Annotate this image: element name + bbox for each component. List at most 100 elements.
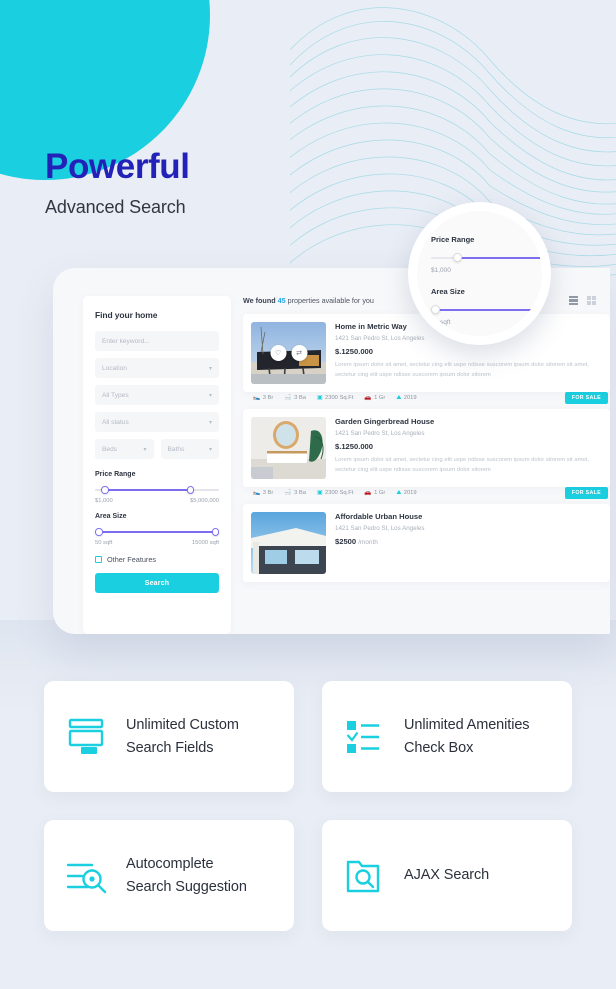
magnified-area-label: Area Size <box>431 287 465 296</box>
checkbox-list-icon <box>344 715 388 759</box>
property-card-body: Affordable Urban House 1421 San Pedro St… <box>335 512 602 574</box>
property-card[interactable]: Affordable Urban House 1421 San Pedro St… <box>243 504 610 582</box>
area-min-value: 50 sqft <box>95 540 113 546</box>
beds-select[interactable]: Beds ▾ <box>95 439 154 459</box>
property-card[interactable]: ♡ ⇄ Home in Metric Way 1421 San Pedro St… <box>243 314 610 392</box>
property-price: $.1250.000 <box>335 347 374 356</box>
feature-row: Unlimited Custom Search Fields Unlimited… <box>44 681 572 792</box>
magnified-price-label: Price Range <box>431 235 475 244</box>
meta-baths-text: 3 Ba <box>294 490 307 496</box>
page-subtitle: Advanced Search <box>45 196 186 217</box>
magnified-area-slider[interactable] <box>431 305 542 314</box>
types-select-value: All Types <box>102 391 129 399</box>
property-thumbnail[interactable] <box>251 417 326 479</box>
magnified-price-knob[interactable] <box>452 253 462 262</box>
property-card-body: Garden Gingerbread House 1421 San Pedro … <box>335 417 602 479</box>
heart-icon[interactable]: ♡ <box>270 345 286 361</box>
meta-area: ▣ 2300 Sq.Ft <box>317 490 353 496</box>
price-slider-knob-max[interactable] <box>186 486 195 494</box>
area-icon: ▣ <box>317 490 323 496</box>
property-price: $2500 /month <box>335 537 602 546</box>
area-slider-knob-max[interactable] <box>211 528 220 536</box>
meta-year: ⛰ 2019 <box>396 490 416 497</box>
magnified-area-fill <box>438 308 542 311</box>
property-thumbnail[interactable] <box>251 512 326 574</box>
compare-icon[interactable]: ⇄ <box>291 345 307 361</box>
price-slider-fill <box>104 489 192 491</box>
area-slider-knob-min[interactable] <box>95 528 103 536</box>
meta-garage: 🚗 1 Gr <box>364 395 385 401</box>
house-photo-2 <box>251 417 326 479</box>
search-button[interactable]: Search <box>95 573 219 593</box>
feature-line-1: Unlimited Custom <box>126 717 239 734</box>
price-range-label: Price Range <box>95 471 136 478</box>
other-features-label: Other Features <box>107 555 157 564</box>
property-thumbnail[interactable]: ♡ ⇄ <box>251 322 326 384</box>
property-address: 1421 San Pedro St, Los Angeles <box>335 525 425 532</box>
meta-year-text: 2019 <box>403 395 417 401</box>
magnified-area-knob[interactable] <box>431 305 440 314</box>
year-icon: ⛰ <box>396 489 402 496</box>
magnified-price-slider[interactable] <box>431 253 542 262</box>
price-range-values: $1,000 $5,000,000 <box>95 498 219 504</box>
property-description: Lorem ipsum dolor sit amet, sectetur cin… <box>335 362 590 378</box>
property-description: Lorem ipsum dolor sit amet, sectetur cin… <box>335 457 590 473</box>
price-range-slider[interactable] <box>95 486 219 494</box>
feature-card-amenities-checkbox[interactable]: Unlimited Amenities Check Box <box>322 681 572 792</box>
chevron-down-icon: ▾ <box>208 446 212 453</box>
chevron-down-icon: ▾ <box>208 392 212 399</box>
property-card[interactable]: Garden Gingerbread House 1421 San Pedro … <box>243 409 610 487</box>
feature-card-ajax-search[interactable]: AJAX Search <box>322 820 572 931</box>
magnifier-content: Price Range $1,000 Area Size 50 sqft Oth… <box>431 235 542 336</box>
price-min-value: $1,000 <box>95 498 113 504</box>
price-max-value: $5,000,000 <box>189 498 219 504</box>
search-filter-panel: Find your home Enter keyword... Location… <box>83 296 231 634</box>
area-icon: ▣ <box>317 395 323 401</box>
meta-beds: 🛌 3 Br <box>253 395 273 401</box>
meta-garage: 🚗 1 Gr <box>364 490 385 496</box>
property-price-period: /month <box>358 539 378 546</box>
meta-year: ⛰ 2019 <box>396 395 416 402</box>
list-view-icon[interactable] <box>569 296 578 305</box>
area-slider-fill <box>98 531 216 533</box>
beds-select-value: Beds <box>102 445 118 453</box>
property-title: Garden Gingerbread House <box>335 417 435 426</box>
status-select[interactable]: All status ▾ <box>95 412 219 432</box>
property-title: Affordable Urban House <box>335 512 423 521</box>
bath-icon: 🛁 <box>284 395 292 401</box>
thumbnail-actions: ♡ ⇄ <box>270 345 307 361</box>
meta-garage-text: 1 Gr <box>374 490 386 496</box>
page-root: Powerful Advanced Search Find your home … <box>0 0 616 989</box>
feature-line-2: Search Suggestion <box>126 878 247 895</box>
results-count-text: We found 45 properties available for you <box>243 296 374 305</box>
bed-icon: 🛌 <box>253 490 261 496</box>
types-select[interactable]: All Types ▾ <box>95 385 219 405</box>
bath-icon: 🛁 <box>284 490 292 496</box>
other-features-toggle[interactable]: Other Features <box>95 555 219 564</box>
price-slider-knob-min[interactable] <box>101 486 109 494</box>
feature-card-label: Autocomplete Search Suggestion <box>126 853 247 898</box>
autocomplete-icon <box>66 854 110 898</box>
magnified-price-value: $1,000 <box>431 267 451 274</box>
feature-card-label: Unlimited Custom Search Fields <box>126 714 239 759</box>
meta-beds-text: 3 Br <box>262 395 274 401</box>
house-photo-3 <box>251 512 326 574</box>
baths-select[interactable]: Baths ▾ <box>160 439 219 459</box>
baths-select-value: Baths <box>167 445 185 453</box>
feature-line-2: Check Box <box>404 739 474 756</box>
feature-card-custom-fields[interactable]: Unlimited Custom Search Fields <box>44 681 294 792</box>
area-size-slider[interactable] <box>95 528 220 536</box>
results-count: 45 <box>277 296 286 305</box>
feature-card-label: AJAX Search <box>404 864 489 886</box>
keyword-input[interactable]: Enter keyword... <box>95 331 219 351</box>
feature-line-1: Autocomplete <box>126 856 214 873</box>
feature-card-autocomplete[interactable]: Autocomplete Search Suggestion <box>44 820 294 931</box>
grid-view-icon[interactable] <box>587 296 596 305</box>
meta-garage-text: 1 Gr <box>374 395 386 401</box>
custom-fields-icon <box>66 715 110 759</box>
location-select[interactable]: Location ▾ <box>95 358 219 378</box>
meta-baths: 🛁 3 Ba <box>284 490 306 496</box>
location-select-value: Location <box>102 364 127 372</box>
garage-icon: 🚗 <box>364 490 372 496</box>
checkbox-icon[interactable] <box>95 556 102 563</box>
